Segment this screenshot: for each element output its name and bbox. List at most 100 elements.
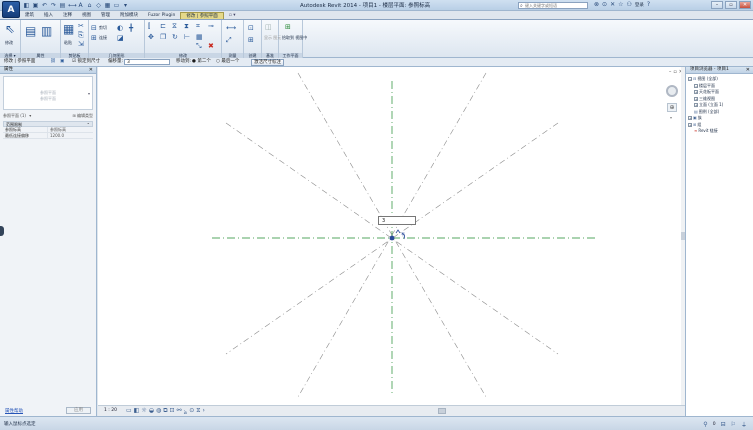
pick-lines-icon[interactable]: ▣ — [60, 58, 64, 66]
restore-view-icon[interactable]: ▫ — [673, 69, 676, 75]
activate-dimensions-button[interactable]: 激活尺寸标注 — [251, 59, 284, 66]
horizontal-scroll-thumb[interactable] — [438, 408, 446, 414]
properties-panel: 属性 ✕ 参照平面 参照平面 ▾ 参照平面 (1) ▾ ⊞ 编辑类型 范围限制 … — [0, 67, 97, 416]
maximize-button[interactable]: ▫ — [725, 1, 737, 9]
undo-icon[interactable]: ↶ — [41, 2, 48, 9]
apply-button[interactable]: 应用 — [66, 407, 91, 414]
tree-node-revit-links[interactable]: ∞Revit 链接 — [686, 128, 753, 135]
view-scale[interactable]: 1 : 20 — [104, 408, 117, 413]
text-icon[interactable]: A — [77, 2, 84, 9]
instance-filter[interactable]: 参照平面 (1) ▾ ⊞ 编辑类型 — [3, 112, 93, 119]
steering-wheel-icon[interactable] — [666, 85, 678, 97]
offset-icon[interactable]: ⊏ — [160, 22, 166, 30]
redo-icon[interactable]: ↷ — [50, 2, 57, 9]
temporary-dimension-input[interactable]: 3 — [378, 216, 416, 225]
more-icon[interactable]: ▾ — [122, 2, 129, 9]
project-browser-header: 项目浏览器 - 项目1 ✕ — [686, 67, 753, 74]
copy-element-icon[interactable]: ❐ — [160, 33, 166, 41]
properties-icon[interactable]: ▤ — [25, 25, 36, 38]
join-icon[interactable]: ⊞ — [91, 34, 97, 42]
design-options-icon[interactable]: ⊟ — [721, 421, 726, 428]
close-button[interactable]: ✕ — [739, 1, 751, 9]
trim-icon[interactable]: ⊢ — [184, 33, 190, 41]
help-icon[interactable]: ? — [647, 1, 650, 8]
login-link[interactable]: 登录 — [635, 2, 644, 8]
type-selector[interactable]: 参照平面 参照平面 ▾ — [3, 76, 93, 110]
split-icon[interactable]: ⌗ — [196, 22, 200, 30]
favorites-icon[interactable]: ☆ — [618, 1, 623, 8]
pick-to-view-icon[interactable]: ⊞ — [285, 23, 291, 31]
close-icon[interactable]: ✕ — [746, 67, 750, 73]
measure-icon[interactable]: ⟷ — [68, 2, 77, 9]
section-icon[interactable]: ◇ — [95, 2, 102, 9]
search-input[interactable]: ⌕ 键入关键字或短语 — [518, 2, 588, 9]
delete-icon[interactable]: ✖ — [208, 42, 214, 50]
copy-icon[interactable]: ⎘ — [78, 31, 84, 39]
save-icon[interactable]: ▣ — [32, 2, 39, 9]
radio-last[interactable]: ○ 最后一个 — [216, 58, 239, 66]
print-icon[interactable]: ▤ — [59, 2, 66, 9]
expand-icon[interactable]: + — [694, 90, 698, 94]
create-assembly-icon[interactable]: ⊡ — [248, 24, 254, 32]
radio-second[interactable]: ● 第二个 — [192, 58, 211, 66]
cut-icon[interactable]: ✂ — [78, 22, 84, 30]
collapse-icon[interactable]: − — [688, 77, 692, 81]
array-icon[interactable]: ▦ — [196, 33, 203, 41]
expand-icon[interactable]: + — [688, 122, 692, 127]
type-properties-icon[interactable]: ▥ — [41, 25, 52, 38]
user-icon[interactable]: ⚇ — [626, 1, 631, 8]
expand-icon[interactable]: + — [694, 103, 698, 107]
chevron-down-icon[interactable]: ▾ — [670, 115, 672, 120]
dock-handle[interactable] — [0, 226, 4, 236]
create-group-icon[interactable]: ⊞ — [248, 36, 254, 44]
minimize-button[interactable]: – — [711, 1, 723, 9]
dimension-icon[interactable]: ⤢ — [226, 36, 232, 44]
show-element-icon[interactable]: ◫ — [265, 23, 272, 31]
navigation-bar: ⊕ ▾ — [665, 77, 679, 127]
align-icon[interactable]: ⫿ — [148, 22, 150, 30]
thin-lines-icon[interactable]: ▦ — [104, 2, 111, 9]
mirror-draw-icon[interactable]: ⧗ — [184, 22, 189, 30]
chain-icon[interactable]: ⛓ — [50, 58, 56, 66]
expand-icon[interactable]: + — [694, 96, 698, 101]
match-type-icon[interactable]: ⇲ — [78, 40, 84, 48]
measure-tool-icon[interactable]: ⟷ — [226, 24, 236, 32]
expand-icon[interactable]: + — [688, 116, 692, 120]
mirror-pick-icon[interactable]: ⧖ — [172, 22, 177, 30]
paint-icon[interactable]: ◐ — [117, 24, 123, 32]
collapse-icon[interactable]: − — [694, 83, 698, 88]
chevron-up-icon: ⌃ — [86, 122, 90, 127]
offset-input[interactable]: 3 — [124, 59, 170, 65]
section-header[interactable]: 范围限制 ⌃ — [3, 121, 93, 127]
modify-arrow-icon[interactable]: ⇖ — [5, 23, 15, 36]
worksets-icon[interactable]: ⚲ — [703, 421, 707, 428]
editable-icon[interactable]: ⚐ — [731, 421, 736, 428]
move-icon[interactable]: ✥ — [148, 33, 154, 41]
wall-joins-icon[interactable]: ╋ — [129, 24, 133, 32]
revit-link-icon: ∞ — [694, 128, 698, 133]
subscription-icon[interactable]: ⊙ — [602, 1, 607, 8]
window-title: Autodesk Revit 2014 - 项目1 - 楼层平面: 参照标高 — [300, 3, 431, 9]
type-name-2: 参照平面 — [40, 96, 56, 101]
properties-help-link[interactable]: 属性帮助 — [5, 408, 23, 414]
drawing-area[interactable]: 3 平 – ▫ ✕ ⊕ ▾ — [98, 67, 685, 405]
lock-to-dimension-checkbox[interactable]: ☑ 锁定到尺寸 — [72, 58, 100, 66]
open-icon[interactable]: ◧ — [23, 2, 30, 9]
3d-icon[interactable]: ⌂ — [86, 2, 93, 9]
paste-icon[interactable]: ▦ — [63, 23, 74, 36]
filter-icon[interactable]: ⏚ — [741, 420, 747, 429]
application-menu-button[interactable]: A — [2, 1, 20, 18]
rotate-icon[interactable]: ↻ — [172, 33, 178, 41]
minimize-view-icon[interactable]: – — [669, 69, 672, 75]
exchange-icon[interactable]: ✕ — [610, 1, 615, 8]
pin-icon[interactable]: ⊸ — [208, 22, 214, 30]
split-face-icon[interactable]: ◪ — [117, 34, 124, 42]
close-icon[interactable]: ✕ — [89, 67, 93, 73]
scale-icon[interactable]: ⤡ — [196, 42, 202, 50]
zoom-icon[interactable]: ⊕ — [667, 103, 677, 112]
binoculars-icon[interactable]: ⊗ — [594, 1, 599, 8]
close-windows-icon[interactable]: ▭ — [113, 2, 120, 9]
edit-type-button[interactable]: ⊞ 编辑类型 — [72, 112, 93, 119]
cope-icon[interactable]: ⊟ — [91, 24, 97, 32]
panel-clipboard: ▦ 粘贴 ✂ ⎘ ⇲ 剪贴板 — [61, 20, 89, 59]
